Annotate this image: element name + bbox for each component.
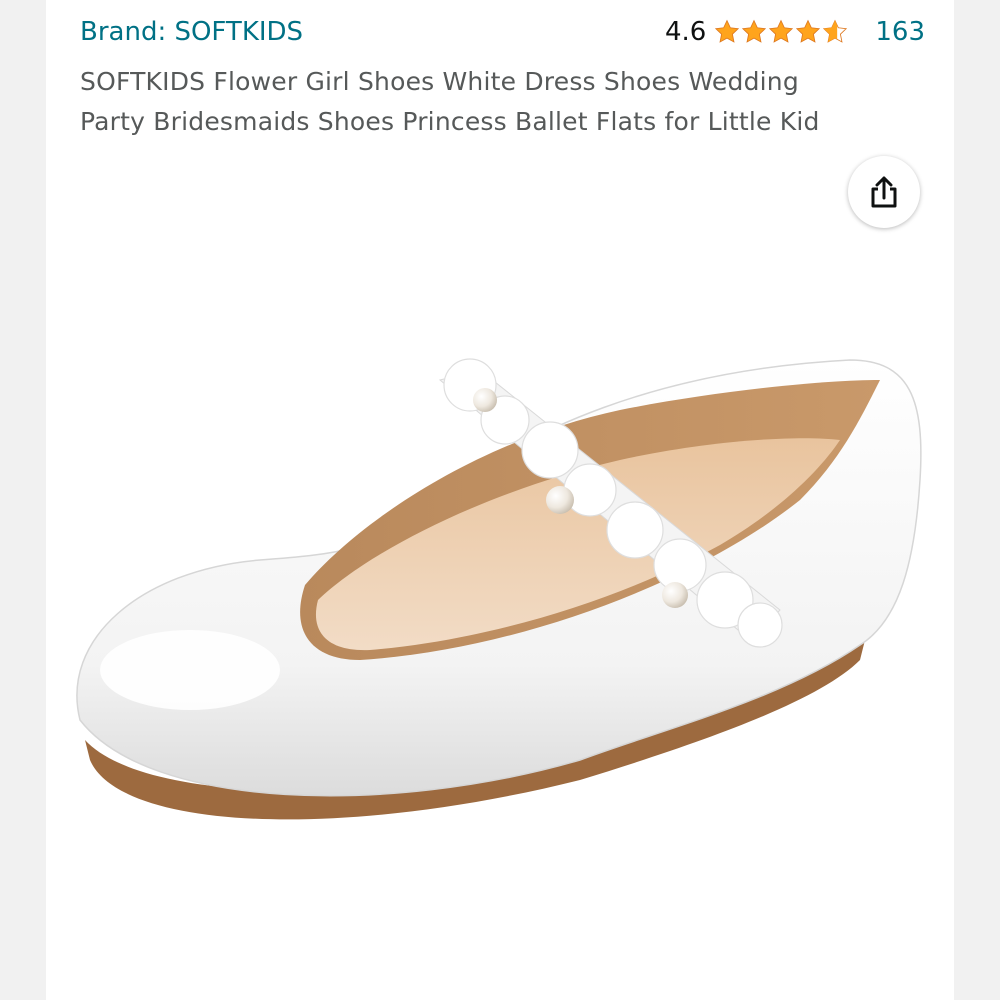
product-header: Brand: SOFTKIDS 4.6 163 SOFTKIDS Flower … [80,10,925,145]
star-icon [796,19,821,43]
star-icon [769,19,794,43]
product-image [76,358,922,820]
product-title-line: Party Bridesmaids Shoes Princess Ballet … [80,107,820,136]
star-half-icon [823,19,848,43]
share-icon [871,176,897,208]
star-icon [715,19,740,43]
brand-rating-row: Brand: SOFTKIDS 4.6 163 [80,10,925,54]
rating-count: 163 [875,17,925,47]
brand-link[interactable]: Brand: SOFTKIDS [80,17,303,47]
rating-value: 4.6 [665,17,707,47]
product-title[interactable]: SOFTKIDS Flower Girl Shoes White Dress S… [80,62,925,142]
star-rating [714,19,849,45]
star-icon [742,19,767,43]
share-button[interactable] [848,156,920,228]
product-title-line: SOFTKIDS Flower Girl Shoes White Dress S… [80,67,799,96]
rating-summary[interactable]: 4.6 163 [665,17,925,47]
